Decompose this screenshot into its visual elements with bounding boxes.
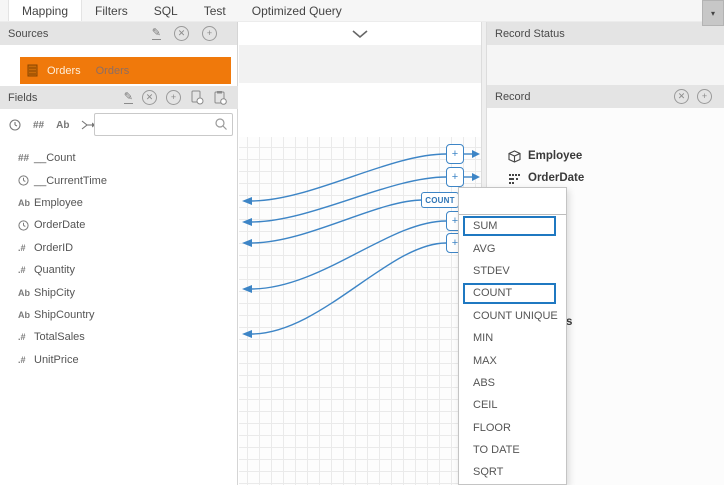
search-icon [215,118,227,130]
field-row[interactable]: Ab ShipCity [0,281,238,303]
field-label: __Count [34,152,76,165]
field-search [94,113,233,136]
menu-item-count-unique[interactable]: COUNT UNIQUE [459,305,566,327]
field-search-input[interactable] [94,113,233,136]
sources-header: Sources ✎ ✕ + [0,22,237,45]
record-field-row[interactable]: Employee [508,146,582,166]
field-label: Employee [34,196,83,209]
tab-optimized-query[interactable]: Optimized Query [239,0,355,21]
aggregation-function-menu: SUM AVG STDEV COUNT COUNT UNIQUE MIN MAX… [458,187,567,485]
table-icon [27,64,38,77]
text-type-icon: Ab [18,309,30,320]
source-item-orders[interactable]: Orders Orders [20,57,231,84]
field-row[interactable]: OrderDate [0,214,238,236]
field-label: UnitPrice [34,353,79,366]
paste-fields-icon[interactable] [213,90,227,105]
number-filter-icon[interactable]: ## [33,120,44,131]
record-header: Record ✕ + [487,85,724,108]
remove-field-icon[interactable]: ✕ [142,90,157,105]
sources-title: Sources [8,27,49,40]
record-field-label: Employee [528,150,583,162]
integer-type-icon: ## [18,152,30,164]
field-row[interactable]: .# OrderID [0,237,238,259]
dot-grid-icon [509,173,520,184]
menu-item-count[interactable]: COUNT [463,283,556,304]
field-label: TotalSales [34,331,85,344]
field-label: OrderID [34,241,74,254]
field-list: ## __Count __CurrentTime Ab Employee Ord… [0,147,238,371]
tab-bar: Mapping Filters SQL Test Optimized Query [0,0,724,22]
menu-item-ceil[interactable]: CEIL [459,394,566,416]
record-title: Record [495,90,531,103]
tab-mapping[interactable]: Mapping [8,0,83,21]
cube-icon [508,149,521,163]
field-row[interactable]: .# Quantity [0,259,238,281]
remove-record-field-icon[interactable]: ✕ [674,89,689,104]
connection-endpoint-button[interactable]: + [446,167,464,187]
tab-sql[interactable]: SQL [141,0,191,21]
text-filter-icon[interactable]: Ab [56,120,69,131]
tab-test[interactable]: Test [191,0,239,21]
record-field-row[interactable]: OrderDate [508,168,584,188]
decimal-type-icon: .# [18,242,26,253]
field-label: ShipCountry [34,308,95,321]
fields-header: Fields ✎ ✕ + [0,86,238,109]
add-field-icon[interactable]: + [166,90,181,105]
datetime-type-icon [18,175,34,186]
text-type-icon: Ab [18,287,30,298]
field-label: Quantity [34,264,75,277]
menu-item-to-date[interactable]: TO DATE [459,439,566,461]
field-row[interactable]: __CurrentTime [0,169,238,191]
decimal-type-icon: .# [18,332,26,343]
add-record-field-icon[interactable]: + [697,89,712,104]
connection-endpoint-button[interactable]: + [446,144,464,164]
menu-item-min[interactable]: MIN [459,327,566,349]
panel-toggle-button[interactable]: ▾ [702,0,724,26]
menu-item-avg[interactable]: AVG [459,237,566,259]
remove-source-icon[interactable]: ✕ [174,26,189,41]
chevron-down-icon: ▾ [710,8,715,18]
menu-item-floor[interactable]: FLOOR [459,417,566,439]
menu-item-stdev[interactable]: STDEV [459,260,566,282]
field-row[interactable]: .# UnitPrice [0,349,238,371]
decimal-type-icon: .# [18,265,26,276]
source-alias: Orders [95,64,130,77]
left-panel: Sources ✎ ✕ + Orders Orders Fields ✎ ✕ + [0,22,238,485]
decimal-type-icon: .# [18,354,26,365]
menu-item-abs[interactable]: ABS [459,372,566,394]
fields-title: Fields [8,91,38,104]
field-row[interactable]: Ab ShipCountry [0,304,238,326]
record-field-label: OrderDate [528,172,585,184]
record-status-header: Record Status [487,22,724,45]
clock-filter-icon[interactable] [9,119,21,131]
menu-item-sum[interactable]: SUM [463,216,556,237]
text-type-icon: Ab [18,197,30,208]
menu-header [459,188,566,215]
menu-item-sqrt[interactable]: SQRT [459,461,566,483]
edit-field-icon[interactable]: ✎ [123,91,133,104]
source-name: Orders [47,64,81,77]
field-label: __CurrentTime [34,174,107,187]
record-status-title: Record Status [495,27,565,40]
mapping-canvas: + + + + COUNT [239,22,481,485]
menu-item-max[interactable]: MAX [459,349,566,371]
aggregation-chip-count[interactable]: COUNT [421,192,459,208]
add-source-icon[interactable]: + [202,26,217,41]
connection-curves [242,150,480,338]
field-row[interactable]: .# TotalSales [0,326,238,348]
field-row[interactable]: ## __Count [0,147,238,169]
field-label: OrderDate [34,219,86,232]
datetime-type-icon [18,220,34,231]
tab-filters[interactable]: Filters [82,0,141,21]
field-label: ShipCity [34,286,75,299]
field-row[interactable]: Ab Employee [0,192,238,214]
record-status-body [487,45,724,85]
edit-source-icon[interactable]: ✎ [151,27,161,40]
copy-fields-icon[interactable] [190,90,204,105]
